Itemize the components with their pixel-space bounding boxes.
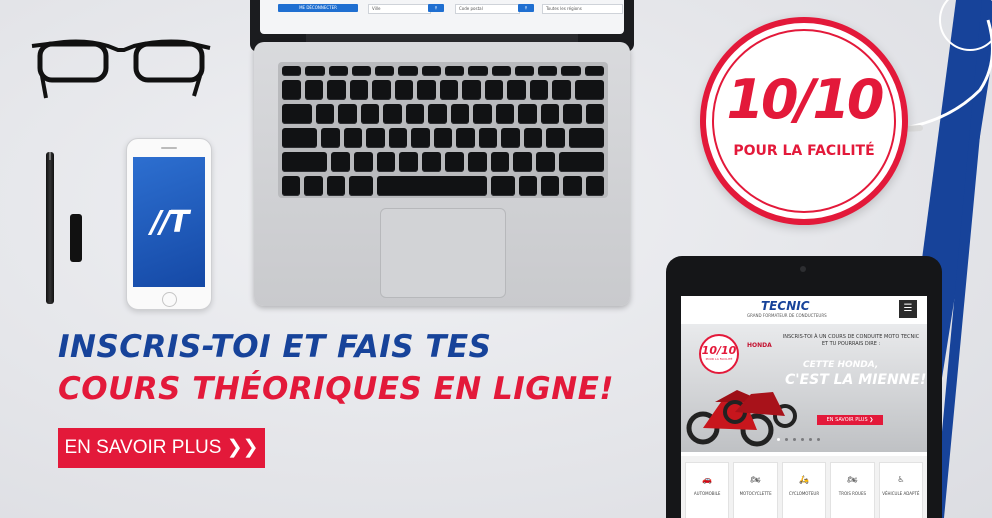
screen-search-icon-2: ⚲ xyxy=(518,4,534,12)
car-icon: 🚗 xyxy=(702,475,713,484)
rating-badge: 10/10 POUR LA FACILITÉ xyxy=(700,17,908,225)
phone-speaker xyxy=(161,147,177,149)
slider-dot[interactable] xyxy=(817,438,820,441)
screen-postal-field: Code postal xyxy=(455,4,520,14)
hero-slider: 10/10 POUR LA FACILITÉ HONDA INSCRIS-TOI… xyxy=(681,324,927,452)
trackpad xyxy=(380,208,506,298)
pen xyxy=(46,152,54,304)
glasses-icon xyxy=(31,39,211,99)
slider-dot[interactable] xyxy=(809,438,812,441)
screen-search-icon: ⚲ xyxy=(428,4,444,12)
site-logo[interactable]: TECNIC xyxy=(761,299,810,313)
category-adapted-vehicle[interactable]: ♿ VÉHICULE ADAPTÉ xyxy=(878,462,924,518)
ad-banner: ME DÉCONNECTER Ville ⚲ Code postal ⚲ Tou… xyxy=(0,0,992,518)
site-header: TECNIC GRAND FORMATEUR DE CONDUCTEURS ☰ xyxy=(681,296,927,325)
hero-badge-caption: POUR LA FACILITÉ xyxy=(705,357,733,361)
hero-message: INSCRIS-TOI À UN COURS DE CONDUITE MOTO … xyxy=(782,334,920,347)
phone-screen: //T xyxy=(133,157,205,287)
tecnic-app-logo: //T xyxy=(150,205,189,240)
laptop-screen-content: ME DÉCONNECTER Ville ⚲ Code postal ⚲ Tou… xyxy=(260,0,624,34)
category-label: MOTOCYCLETTE xyxy=(739,491,772,496)
headline-line-1: INSCRIS-TOI ET FAIS TES xyxy=(58,329,492,365)
slider-dots xyxy=(777,438,820,441)
category-motorcycle[interactable]: 🏍 MOTOCYCLETTE xyxy=(733,462,778,518)
slider-dot[interactable] xyxy=(793,438,796,441)
phone-home-button xyxy=(162,292,177,307)
category-label: CYCLOMOTEUR xyxy=(788,491,820,496)
accessible-vehicle-icon: ♿ xyxy=(897,475,905,484)
slider-dot[interactable] xyxy=(801,438,804,441)
hamburger-menu-icon[interactable]: ☰ xyxy=(899,300,917,318)
badge-score: 10/10 xyxy=(726,68,884,131)
hero-slogan-line-2: C'EST LA MIENNE! xyxy=(785,372,927,388)
slider-dot[interactable] xyxy=(785,438,788,441)
category-label: AUTOMOBILE xyxy=(693,491,721,496)
learn-more-button[interactable]: EN SAVOIR PLUS ❯❯ xyxy=(58,428,265,468)
smartphone: //T xyxy=(126,138,212,310)
hero-learn-more-button[interactable]: EN SAVOIR PLUS ❯ xyxy=(817,415,883,425)
category-label: VÉHICULE ADAPTÉ xyxy=(882,491,920,496)
site-tagline: GRAND FORMATEUR DE CONDUCTEURS xyxy=(747,313,827,318)
tablet: TECNIC GRAND FORMATEUR DE CONDUCTEURS ☰ … xyxy=(666,256,942,518)
hero-badge-score: 10/10 xyxy=(701,344,737,357)
laptop: ME DÉCONNECTER Ville ⚲ Code postal ⚲ Tou… xyxy=(250,0,634,306)
hero-rating-badge: 10/10 POUR LA FACILITÉ xyxy=(699,334,739,374)
headline-line-2: COURS THÉORIQUES EN LIGNE! xyxy=(58,371,615,407)
hero-slogan-line-1: CETTE HONDA, xyxy=(803,360,879,370)
keyboard xyxy=(278,62,608,198)
screen-region-select: Toutes les régions xyxy=(542,4,623,14)
three-wheeler-icon: 🏍 xyxy=(847,475,858,484)
pen-cap xyxy=(70,214,82,262)
screen-city-field: Ville xyxy=(368,4,431,14)
category-three-wheeler[interactable]: 🏍 TROIS ROUES xyxy=(830,462,875,518)
slider-dot[interactable] xyxy=(777,438,780,441)
laptop-base xyxy=(254,42,630,306)
vehicle-categories: 🚗 AUTOMOBILE 🏍 MOTOCYCLETTE 🛵 CYCLOMOTEU… xyxy=(681,456,927,518)
category-moped[interactable]: 🛵 CYCLOMOTEUR xyxy=(781,462,827,518)
tablet-screen: TECNIC GRAND FORMATEUR DE CONDUCTEURS ☰ … xyxy=(681,296,927,518)
headline: INSCRIS-TOI ET FAIS TES COURS THÉORIQUES… xyxy=(58,326,614,410)
badge-caption: POUR LA FACILITÉ xyxy=(733,143,875,159)
category-label: TROIS ROUES xyxy=(838,491,867,496)
screen-logout-button: ME DÉCONNECTER xyxy=(278,4,358,12)
honda-logo: HONDA xyxy=(747,342,772,349)
tablet-camera xyxy=(800,266,806,272)
moped-icon: 🛵 xyxy=(799,475,809,484)
motorcycle-icon: 🏍 xyxy=(750,475,761,484)
pen-tip xyxy=(49,152,51,160)
category-automobile[interactable]: 🚗 AUTOMOBILE xyxy=(685,462,730,518)
